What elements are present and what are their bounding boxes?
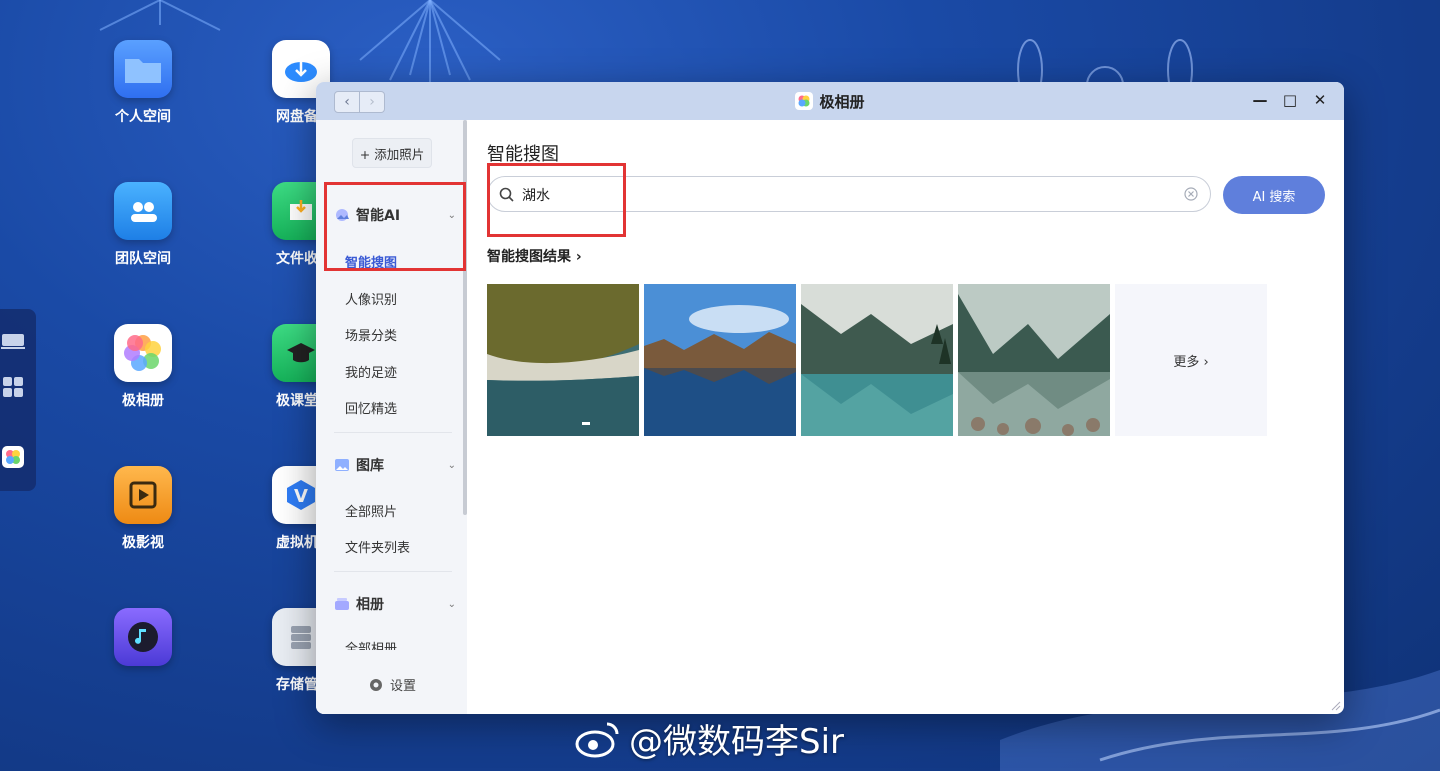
settings-button[interactable]: 设置 [368, 675, 416, 694]
window-title: 极相册 [316, 82, 1344, 120]
sidebar-item-smart-search[interactable]: 智能搜图 [345, 252, 397, 271]
ai-search-button[interactable]: AI 搜索 [1223, 176, 1325, 214]
gear-icon [370, 678, 382, 691]
mascot-ears-decoration [1017, 39, 1193, 90]
result-thumbnail[interactable] [801, 284, 953, 436]
result-thumbnail[interactable] [487, 284, 639, 436]
desktop-icon-label: 极相册 [122, 393, 164, 409]
album-icon [334, 597, 350, 611]
chevron-down-icon: ⌄ [447, 459, 456, 471]
left-dock [0, 309, 36, 491]
desktop-icon-photos[interactable]: 极相册 [88, 324, 198, 410]
page-title: 智能搜图 [487, 144, 559, 165]
main-content: 智能搜图 AI 搜索 智能搜图结果 › [467, 120, 1344, 714]
dock-photos-icon[interactable] [0, 445, 26, 469]
svg-text:V: V [294, 486, 308, 507]
desktop-icon-music[interactable] [88, 608, 198, 674]
sidebar-item-folders[interactable]: 文件夹列表 [345, 537, 410, 556]
add-photo-button[interactable]: + 添加照片 [352, 138, 432, 168]
chevron-down-icon: ⌄ [447, 598, 456, 610]
desktop-icon-label: 团队空间 [115, 251, 171, 267]
watermark-text: @微数码李Sir [629, 722, 845, 762]
search-box[interactable] [487, 176, 1211, 212]
chevron-down-icon: ⌄ [447, 209, 456, 221]
sidebar-item-footprint[interactable]: 我的足迹 [345, 362, 397, 381]
window-controls: — □ ✕ [1252, 91, 1328, 109]
app-flower-icon [795, 92, 814, 110]
section-title: 图库 [356, 458, 384, 474]
desktop-icon-label: 个人空间 [115, 109, 171, 125]
section-title: 智能AI [356, 208, 401, 224]
weibo-logo-icon [575, 722, 619, 757]
desktop-icon-personal-space[interactable]: 个人空间 [88, 40, 198, 126]
more-results-button[interactable]: 更多 › [1115, 284, 1267, 436]
desktop-icon-team-space[interactable]: 团队空间 [88, 182, 198, 268]
sidebar-item-memories[interactable]: 回忆精选 [345, 398, 397, 417]
firework-decoration [359, 0, 501, 85]
divider [334, 432, 452, 433]
desktop-icon-label: 极影视 [122, 535, 164, 551]
sidebar-item-all-albums[interactable]: 全部相册 [345, 638, 397, 650]
watermark: @微数码李Sir [575, 714, 844, 763]
music-note-icon [114, 608, 172, 666]
minimize-button[interactable]: — [1252, 91, 1268, 109]
dock-grid-icon[interactable] [0, 375, 26, 399]
clear-icon[interactable] [1184, 187, 1198, 201]
result-thumbnail[interactable] [958, 284, 1110, 436]
sidebar-section-smart-ai[interactable]: 智能AI ⌄ [334, 205, 462, 225]
titlebar: ‹ › 极相册 — □ ✕ [316, 82, 1344, 120]
results-grid: 更多 › [487, 284, 1267, 436]
divider [334, 571, 452, 572]
maximize-button[interactable]: □ [1282, 91, 1298, 109]
section-title: 相册 [356, 597, 384, 613]
sidebar-section-albums[interactable]: 相册 ⌄ [334, 594, 462, 614]
video-icon [114, 466, 172, 524]
window-title-text: 极相册 [819, 92, 865, 111]
ai-photo-icon [334, 208, 350, 222]
sidebar-section-library[interactable]: 图库 ⌄ [334, 455, 462, 475]
search-icon [499, 187, 514, 202]
firework-decoration-small [99, 0, 221, 31]
folder-icon [114, 40, 172, 98]
settings-label: 设置 [390, 679, 417, 694]
close-button[interactable]: ✕ [1312, 91, 1328, 109]
sidebar-item-all-photos[interactable]: 全部照片 [345, 501, 397, 520]
resize-handle-icon[interactable] [1331, 701, 1341, 711]
desktop-icon-video[interactable]: 极影视 [88, 466, 198, 552]
dock-monitor-icon[interactable] [0, 329, 26, 353]
results-title[interactable]: 智能搜图结果 › [487, 246, 582, 266]
result-thumbnail[interactable] [644, 284, 796, 436]
sidebar-item-face[interactable]: 人像识别 [345, 289, 397, 308]
search-input[interactable] [520, 183, 1164, 207]
photos-flower-icon [114, 324, 172, 382]
team-folder-icon [114, 182, 172, 240]
sidebar: + 添加照片 智能AI ⌄ 智能搜图 人像识别 场景分类 我的足迹 回忆精选 图… [316, 120, 467, 714]
image-icon [334, 458, 350, 472]
photos-app-window: ‹ › 极相册 — □ ✕ + 添加照片 智能AI ⌄ 智能搜图 人像识别 场景… [316, 82, 1344, 714]
sidebar-item-scene[interactable]: 场景分类 [345, 325, 397, 344]
